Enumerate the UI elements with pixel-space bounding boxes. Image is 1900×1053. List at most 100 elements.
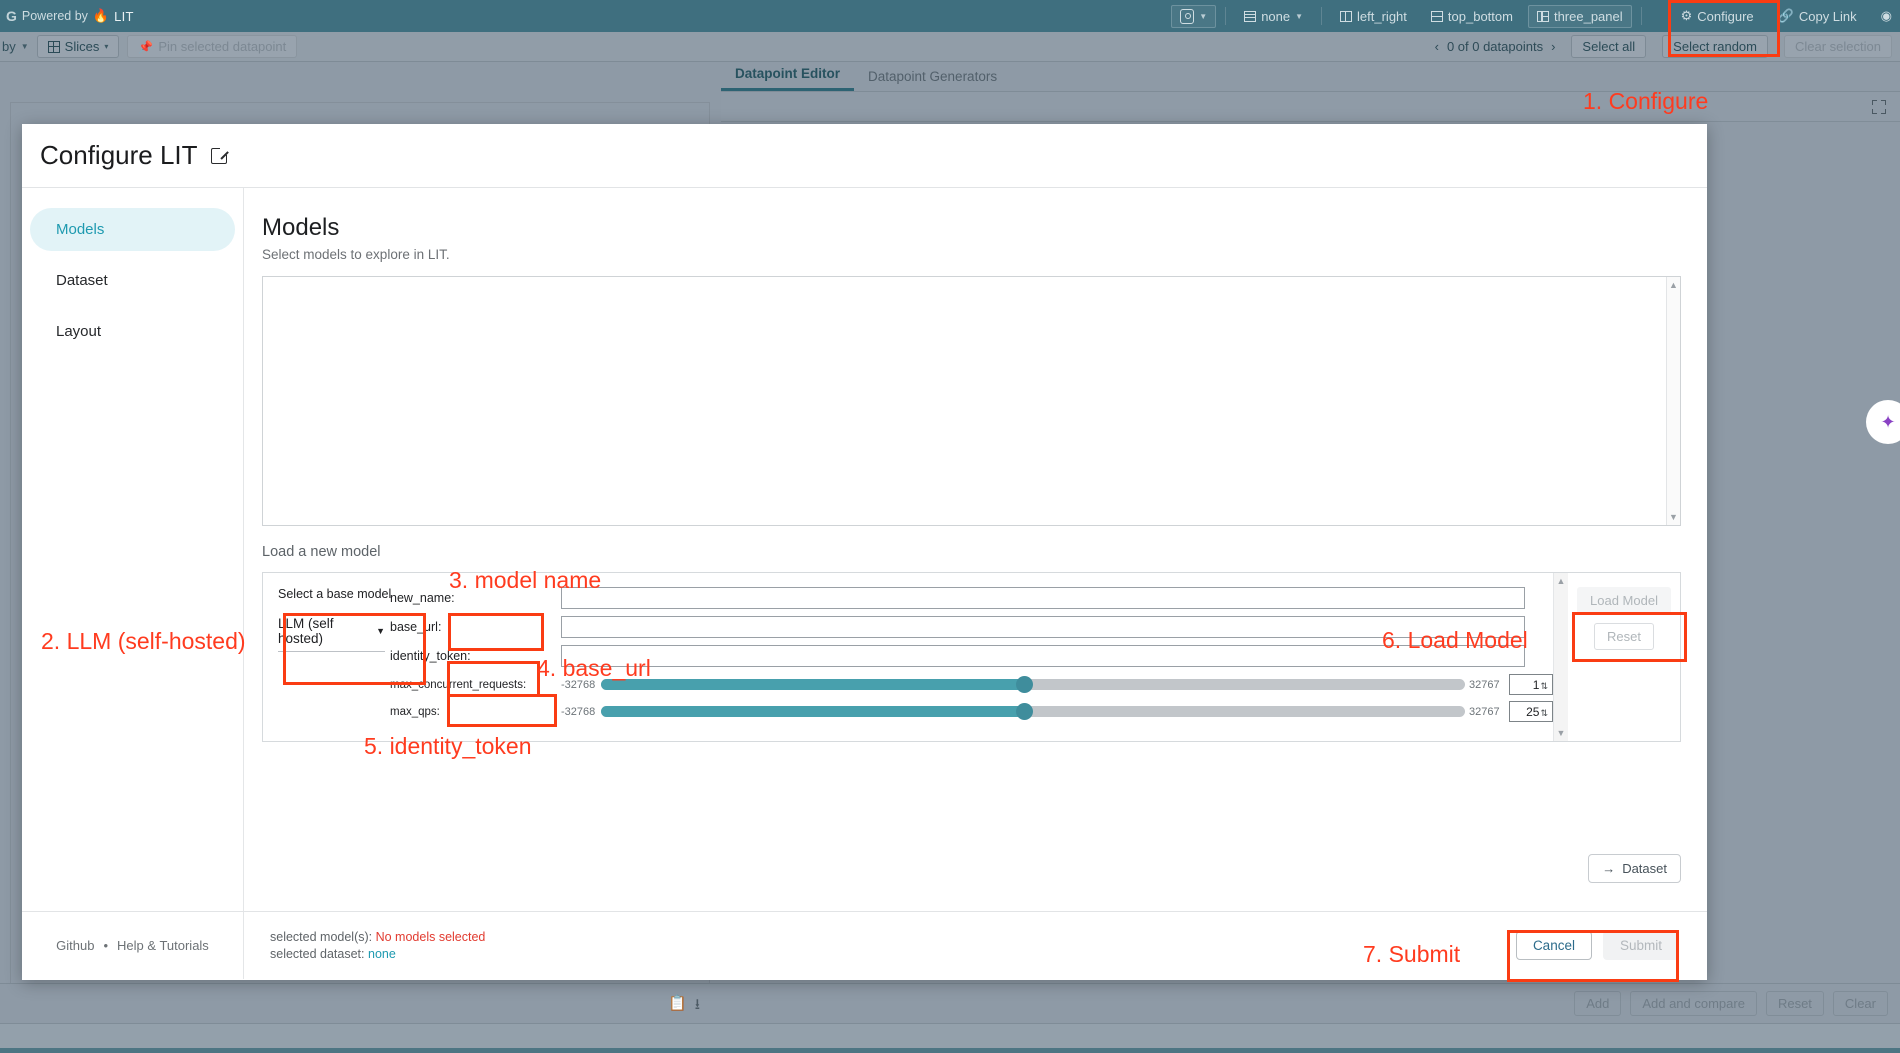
new-name-input[interactable]: [561, 587, 1525, 609]
field-row-base-url: base_url:: [385, 614, 1553, 639]
global-settings-button[interactable]: ▼: [1171, 5, 1216, 28]
help-button[interactable]: ◉: [1872, 4, 1897, 28]
selected-models-prefix: selected model(s):: [270, 930, 372, 944]
form-scrollbar[interactable]: ▲ ▼: [1553, 573, 1568, 741]
pin-datapoint-button[interactable]: 📌 Pin selected datapoint: [127, 35, 297, 58]
expand-icon[interactable]: [1872, 100, 1886, 114]
help-tutorials-link[interactable]: Help & Tutorials: [117, 938, 209, 953]
clear-button[interactable]: Clear: [1833, 991, 1888, 1016]
lit-sub-toolbar: by ▼ Slices ▾ 📌 Pin selected datapoint ‹…: [0, 32, 1900, 62]
background-panel-tabs: Datapoint Editor Datapoint Generators: [721, 62, 1900, 92]
base-model-label: Select a base model: [278, 587, 385, 601]
form-actions: Load Model Reset: [1568, 573, 1680, 741]
open-in-new-icon[interactable]: [211, 148, 227, 164]
gear-icon: ⚙: [1681, 8, 1693, 24]
layout-top-bottom-icon: [1431, 11, 1443, 22]
max-qps-value: 25: [1526, 705, 1539, 719]
scroll-up-icon[interactable]: ▲: [1554, 576, 1568, 586]
base-model-select[interactable]: LLM (self hosted) ▼: [278, 616, 385, 652]
chevron-down-icon: ▾: [104, 42, 108, 51]
slices-button[interactable]: Slices ▾: [37, 35, 120, 58]
selection-controls: ‹ 0 of 0 datapoints › Select all Select …: [1435, 35, 1900, 58]
toolbar-divider: [1641, 7, 1642, 25]
group-by-selector[interactable]: by ▼: [0, 39, 29, 54]
max-qps-max: 32767: [1469, 706, 1503, 718]
list-icon: [1244, 11, 1256, 22]
logo-letter-icon: G: [6, 8, 17, 24]
select-all-button[interactable]: Select all: [1571, 35, 1646, 58]
identity-token-label: identity_token:: [385, 649, 561, 663]
max-concurrent-requests-value: 1: [1533, 678, 1540, 692]
max-concurrent-requests-max: 32767: [1469, 679, 1503, 691]
slider-row-max-qps: max_qps: -32768 32767 25 ⇅: [385, 699, 1553, 724]
base-url-input[interactable]: [561, 616, 1525, 638]
sidebar-item-models[interactable]: Models: [30, 208, 235, 251]
copy-icon[interactable]: 📋: [668, 994, 687, 1019]
base-model-section: Select a base model LLM (self hosted) ▼: [263, 573, 385, 741]
section-heading: Models: [262, 214, 1681, 242]
submit-button[interactable]: Submit: [1603, 931, 1679, 960]
dialog-header: Configure LIT: [22, 124, 1707, 188]
configure-label: Configure: [1697, 9, 1753, 24]
pin-icon: 📌: [138, 40, 153, 54]
select-random-button[interactable]: Select random: [1662, 35, 1768, 58]
add-button[interactable]: Add: [1574, 991, 1621, 1016]
layout-left-right-button[interactable]: left_right: [1331, 5, 1416, 28]
slider-fill: [601, 679, 1024, 690]
models-list[interactable]: ▲ ▼: [262, 276, 1681, 526]
help-circle-icon: ◉: [1881, 8, 1892, 24]
sidebar-item-dataset[interactable]: Dataset: [30, 259, 235, 302]
max-qps-stepper[interactable]: 25 ⇅: [1509, 701, 1553, 722]
background-bottom-toolbar: 📋 ⭳ Add Add and compare Reset Clear: [0, 983, 1900, 1023]
stepper-arrows-icon[interactable]: ⇅: [1540, 682, 1548, 690]
tab-datapoint-editor[interactable]: Datapoint Editor: [721, 66, 854, 91]
sparkle-icon: ✦: [1880, 412, 1895, 433]
reset-button[interactable]: Reset: [1766, 991, 1824, 1016]
form-reset-button[interactable]: Reset: [1594, 623, 1654, 650]
layout-three-panel-button[interactable]: three_panel: [1528, 5, 1632, 28]
lit-logo: G Powered by 🔥 LIT: [0, 8, 134, 24]
scroll-up-icon[interactable]: ▲: [1667, 280, 1680, 290]
layout-label: top_bottom: [1448, 9, 1513, 24]
slider-thumb[interactable]: [1016, 703, 1033, 720]
max-concurrent-requests-slider[interactable]: [601, 679, 1465, 690]
next-dataset-label: Dataset: [1622, 861, 1667, 876]
max-qps-slider[interactable]: [601, 706, 1465, 717]
footer-actions: Cancel Submit: [1516, 931, 1707, 960]
base-url-label: base_url:: [385, 620, 561, 634]
compare-selector-button[interactable]: none ▼: [1235, 5, 1312, 28]
clear-selection-button[interactable]: Clear selection: [1784, 35, 1892, 58]
selected-dataset-prefix: selected dataset:: [270, 947, 365, 961]
annotation-label-7: 7. Submit: [1363, 941, 1460, 968]
models-list-scrollbar[interactable]: ▲ ▼: [1666, 277, 1680, 525]
load-model-button[interactable]: Load Model: [1577, 587, 1671, 614]
download-icon[interactable]: ⭳: [695, 994, 700, 1019]
identity-token-input[interactable]: [561, 645, 1525, 667]
max-concurrent-requests-stepper[interactable]: 1 ⇅: [1509, 674, 1553, 695]
add-and-compare-button[interactable]: Add and compare: [1630, 991, 1757, 1016]
slider-thumb[interactable]: [1016, 676, 1033, 693]
background-right-panel-header: [721, 92, 1900, 122]
powered-by-label: Powered by: [22, 9, 88, 23]
tab-datapoint-generators[interactable]: Datapoint Generators: [854, 69, 1011, 91]
cancel-button[interactable]: Cancel: [1516, 931, 1592, 960]
pin-label: Pin selected datapoint: [158, 39, 286, 54]
ai-assistant-button[interactable]: ✦: [1866, 400, 1900, 444]
next-dataset-button[interactable]: → Dataset: [1588, 854, 1681, 883]
scroll-down-icon[interactable]: ▼: [1667, 512, 1680, 522]
datapoint-next-arrow[interactable]: ›: [1551, 39, 1555, 54]
configure-lit-dialog: Configure LIT Models Dataset Layout Mode…: [22, 124, 1707, 980]
chevron-down-icon: ▼: [21, 42, 29, 51]
configure-button[interactable]: ⚙ Configure: [1672, 4, 1763, 28]
stepper-arrows-icon[interactable]: ⇅: [1540, 709, 1548, 717]
scroll-down-icon[interactable]: ▼: [1554, 728, 1568, 738]
copy-link-button[interactable]: 🔗 Copy Link: [1769, 4, 1866, 28]
sidebar-item-layout[interactable]: Layout: [30, 310, 235, 353]
layout-top-bottom-button[interactable]: top_bottom: [1422, 5, 1522, 28]
selected-models-value: No models selected: [376, 930, 486, 944]
dialog-body: Models Dataset Layout Models Select mode…: [22, 188, 1707, 911]
max-concurrent-requests-label: max_concurrent_requests:: [385, 679, 561, 691]
github-link[interactable]: Github: [56, 938, 94, 953]
datapoint-prev-arrow[interactable]: ‹: [1435, 39, 1439, 54]
chevron-down-icon: ▼: [376, 626, 385, 636]
